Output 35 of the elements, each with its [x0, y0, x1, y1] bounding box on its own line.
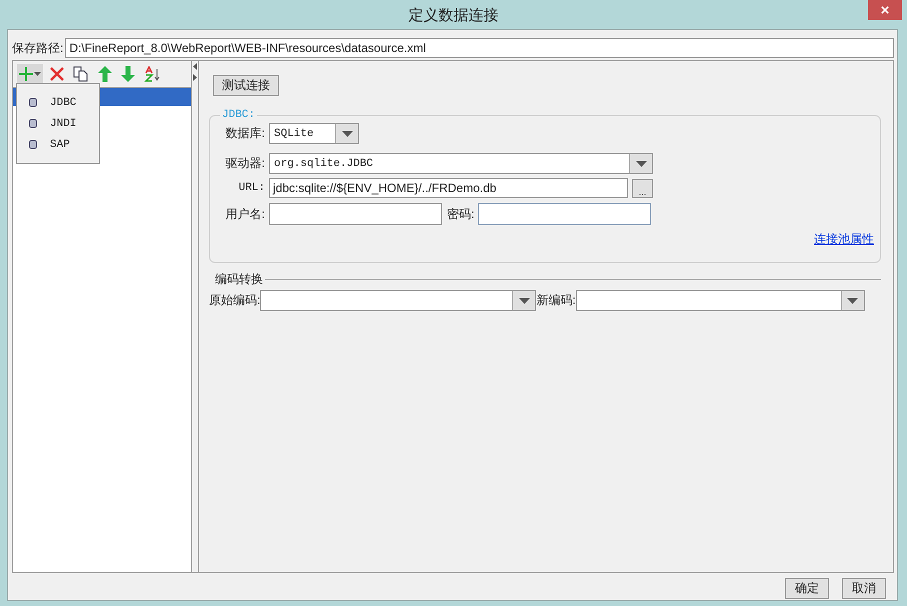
add-button[interactable] — [17, 64, 43, 84]
database-icon — [29, 119, 37, 128]
browse-button[interactable]: ... — [632, 178, 653, 198]
field-label: 驱动器: — [224, 155, 265, 172]
close-button[interactable]: × — [868, 0, 902, 20]
connection-pool-link[interactable]: 连接池属性 — [814, 231, 874, 248]
expand-right-icon[interactable] — [193, 74, 197, 81]
field-label: 新编码: — [536, 292, 576, 309]
original-encoding-dropdown[interactable] — [260, 290, 536, 311]
field-label: 数据库: — [224, 125, 265, 142]
dialog-button[interactable]: 确定 — [785, 578, 829, 599]
section-title: 编码转换 — [215, 271, 263, 288]
menu-item[interactable]: JDBC — [17, 94, 99, 111]
group-title: JDBC: — [221, 109, 256, 121]
dialog-button[interactable]: 取消 — [842, 578, 886, 599]
database-dropdown[interactable]: SQLite — [269, 123, 359, 144]
password-field[interactable] — [478, 203, 652, 225]
database-icon — [29, 98, 37, 107]
path-field[interactable]: D:\FineReport_8.0\WebReport\WEB-INF\resources\datasource.xml — [65, 38, 894, 58]
plus-icon — [19, 67, 33, 81]
window-title: 定义数据连接 — [408, 6, 498, 26]
username-field[interactable] — [269, 203, 442, 225]
collapse-left-icon[interactable] — [193, 63, 197, 70]
database-icon — [29, 140, 37, 149]
field-label: 原始编码: — [209, 292, 260, 309]
driver-dropdown[interactable]: org.sqlite.JDBC — [269, 153, 653, 174]
field-label: 保存路径: — [12, 40, 64, 56]
test-connection-button[interactable]: 测试连接 — [213, 75, 279, 96]
field-label: URL: — [238, 182, 265, 194]
field-label: 用户名: — [224, 206, 265, 222]
menu-item[interactable]: SAP — [17, 136, 99, 153]
url-field[interactable]: jdbc:sqlite://${ENV_HOME}/../FRDemo.db — [269, 178, 628, 198]
field-label: 密码: — [447, 206, 474, 222]
menu-item[interactable]: JNDI — [17, 115, 99, 132]
caret-icon — [34, 72, 41, 76]
